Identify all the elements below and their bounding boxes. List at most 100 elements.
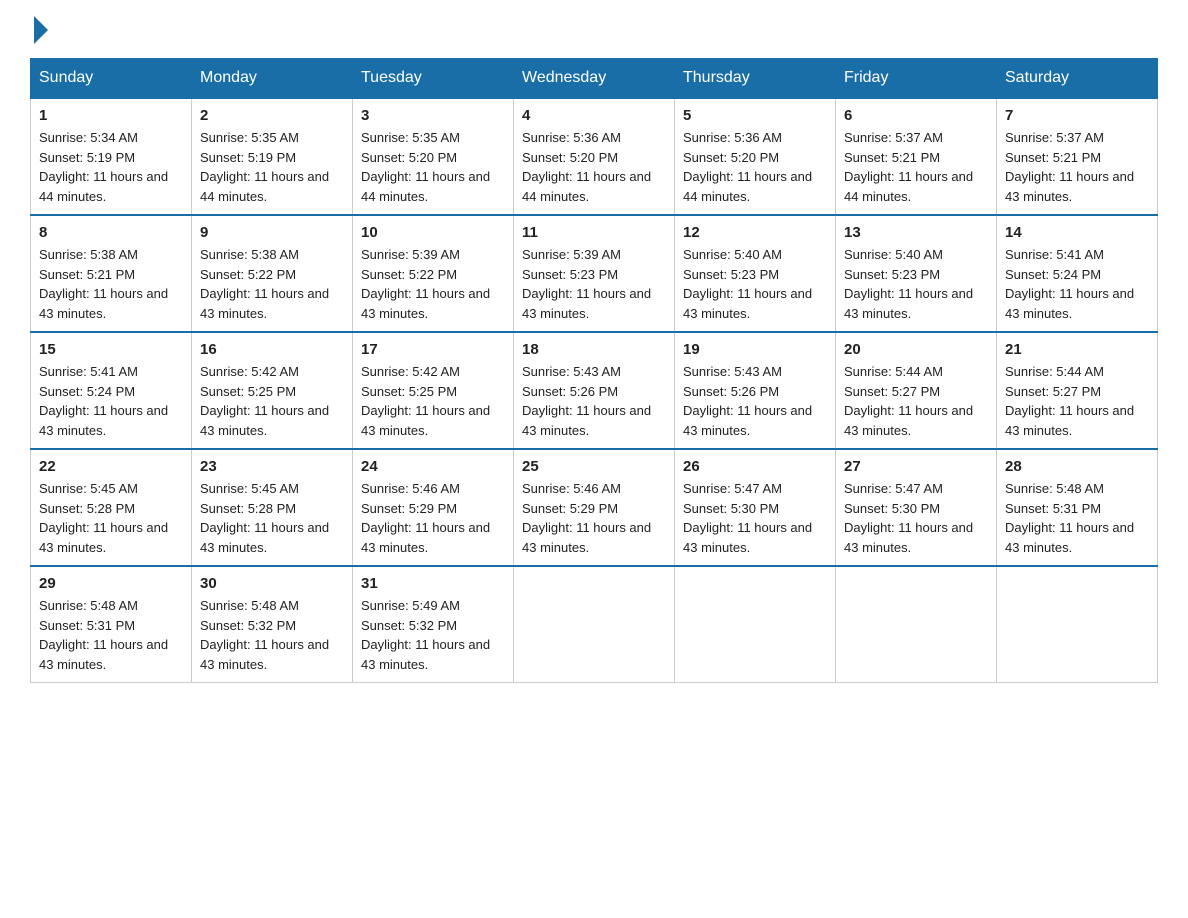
day-info: Sunrise: 5:46 AMSunset: 5:29 PMDaylight:… xyxy=(522,479,666,557)
calendar-cell: 10 Sunrise: 5:39 AMSunset: 5:22 PMDaylig… xyxy=(353,215,514,332)
calendar-cell xyxy=(675,566,836,683)
calendar-day-header: Thursday xyxy=(675,59,836,99)
day-number: 19 xyxy=(683,341,827,358)
day-number: 8 xyxy=(39,224,183,241)
calendar-cell: 13 Sunrise: 5:40 AMSunset: 5:23 PMDaylig… xyxy=(836,215,997,332)
calendar-week-row: 8 Sunrise: 5:38 AMSunset: 5:21 PMDayligh… xyxy=(31,215,1158,332)
day-number: 16 xyxy=(200,341,344,358)
day-number: 6 xyxy=(844,107,988,124)
calendar-day-header: Friday xyxy=(836,59,997,99)
calendar-cell: 21 Sunrise: 5:44 AMSunset: 5:27 PMDaylig… xyxy=(997,332,1158,449)
calendar-cell: 28 Sunrise: 5:48 AMSunset: 5:31 PMDaylig… xyxy=(997,449,1158,566)
day-number: 12 xyxy=(683,224,827,241)
day-number: 26 xyxy=(683,458,827,475)
calendar-day-header: Saturday xyxy=(997,59,1158,99)
calendar-week-row: 22 Sunrise: 5:45 AMSunset: 5:28 PMDaylig… xyxy=(31,449,1158,566)
calendar-cell: 22 Sunrise: 5:45 AMSunset: 5:28 PMDaylig… xyxy=(31,449,192,566)
day-info: Sunrise: 5:40 AMSunset: 5:23 PMDaylight:… xyxy=(844,245,988,323)
day-number: 7 xyxy=(1005,107,1149,124)
calendar-cell: 24 Sunrise: 5:46 AMSunset: 5:29 PMDaylig… xyxy=(353,449,514,566)
day-number: 14 xyxy=(1005,224,1149,241)
day-info: Sunrise: 5:48 AMSunset: 5:31 PMDaylight:… xyxy=(1005,479,1149,557)
day-number: 13 xyxy=(844,224,988,241)
calendar-cell: 23 Sunrise: 5:45 AMSunset: 5:28 PMDaylig… xyxy=(192,449,353,566)
day-info: Sunrise: 5:37 AMSunset: 5:21 PMDaylight:… xyxy=(1005,128,1149,206)
day-info: Sunrise: 5:34 AMSunset: 5:19 PMDaylight:… xyxy=(39,128,183,206)
day-info: Sunrise: 5:35 AMSunset: 5:20 PMDaylight:… xyxy=(361,128,505,206)
day-info: Sunrise: 5:42 AMSunset: 5:25 PMDaylight:… xyxy=(361,362,505,440)
calendar-day-header: Sunday xyxy=(31,59,192,99)
page-header xyxy=(30,20,1158,38)
day-number: 30 xyxy=(200,575,344,592)
calendar-header-row: SundayMondayTuesdayWednesdayThursdayFrid… xyxy=(31,59,1158,99)
calendar-cell: 3 Sunrise: 5:35 AMSunset: 5:20 PMDayligh… xyxy=(353,98,514,215)
calendar-table: SundayMondayTuesdayWednesdayThursdayFrid… xyxy=(30,58,1158,683)
day-info: Sunrise: 5:47 AMSunset: 5:30 PMDaylight:… xyxy=(844,479,988,557)
calendar-cell: 29 Sunrise: 5:48 AMSunset: 5:31 PMDaylig… xyxy=(31,566,192,683)
day-info: Sunrise: 5:35 AMSunset: 5:19 PMDaylight:… xyxy=(200,128,344,206)
calendar-week-row: 15 Sunrise: 5:41 AMSunset: 5:24 PMDaylig… xyxy=(31,332,1158,449)
day-number: 3 xyxy=(361,107,505,124)
calendar-cell xyxy=(514,566,675,683)
day-info: Sunrise: 5:48 AMSunset: 5:32 PMDaylight:… xyxy=(200,596,344,674)
calendar-cell: 12 Sunrise: 5:40 AMSunset: 5:23 PMDaylig… xyxy=(675,215,836,332)
day-info: Sunrise: 5:38 AMSunset: 5:22 PMDaylight:… xyxy=(200,245,344,323)
calendar-cell: 20 Sunrise: 5:44 AMSunset: 5:27 PMDaylig… xyxy=(836,332,997,449)
day-number: 17 xyxy=(361,341,505,358)
calendar-cell: 5 Sunrise: 5:36 AMSunset: 5:20 PMDayligh… xyxy=(675,98,836,215)
day-number: 21 xyxy=(1005,341,1149,358)
day-info: Sunrise: 5:40 AMSunset: 5:23 PMDaylight:… xyxy=(683,245,827,323)
calendar-cell: 30 Sunrise: 5:48 AMSunset: 5:32 PMDaylig… xyxy=(192,566,353,683)
calendar-cell: 25 Sunrise: 5:46 AMSunset: 5:29 PMDaylig… xyxy=(514,449,675,566)
day-info: Sunrise: 5:41 AMSunset: 5:24 PMDaylight:… xyxy=(1005,245,1149,323)
day-number: 24 xyxy=(361,458,505,475)
day-number: 2 xyxy=(200,107,344,124)
day-number: 29 xyxy=(39,575,183,592)
day-number: 23 xyxy=(200,458,344,475)
day-info: Sunrise: 5:37 AMSunset: 5:21 PMDaylight:… xyxy=(844,128,988,206)
calendar-cell: 26 Sunrise: 5:47 AMSunset: 5:30 PMDaylig… xyxy=(675,449,836,566)
day-info: Sunrise: 5:44 AMSunset: 5:27 PMDaylight:… xyxy=(844,362,988,440)
logo-arrow-icon xyxy=(34,16,48,44)
day-info: Sunrise: 5:43 AMSunset: 5:26 PMDaylight:… xyxy=(522,362,666,440)
calendar-day-header: Monday xyxy=(192,59,353,99)
day-number: 10 xyxy=(361,224,505,241)
day-number: 28 xyxy=(1005,458,1149,475)
day-number: 15 xyxy=(39,341,183,358)
calendar-cell: 17 Sunrise: 5:42 AMSunset: 5:25 PMDaylig… xyxy=(353,332,514,449)
day-number: 4 xyxy=(522,107,666,124)
day-info: Sunrise: 5:36 AMSunset: 5:20 PMDaylight:… xyxy=(522,128,666,206)
day-info: Sunrise: 5:46 AMSunset: 5:29 PMDaylight:… xyxy=(361,479,505,557)
day-info: Sunrise: 5:48 AMSunset: 5:31 PMDaylight:… xyxy=(39,596,183,674)
calendar-cell xyxy=(997,566,1158,683)
day-number: 27 xyxy=(844,458,988,475)
day-info: Sunrise: 5:43 AMSunset: 5:26 PMDaylight:… xyxy=(683,362,827,440)
day-info: Sunrise: 5:38 AMSunset: 5:21 PMDaylight:… xyxy=(39,245,183,323)
calendar-cell: 11 Sunrise: 5:39 AMSunset: 5:23 PMDaylig… xyxy=(514,215,675,332)
calendar-cell: 15 Sunrise: 5:41 AMSunset: 5:24 PMDaylig… xyxy=(31,332,192,449)
day-number: 25 xyxy=(522,458,666,475)
day-info: Sunrise: 5:45 AMSunset: 5:28 PMDaylight:… xyxy=(200,479,344,557)
day-info: Sunrise: 5:41 AMSunset: 5:24 PMDaylight:… xyxy=(39,362,183,440)
day-number: 18 xyxy=(522,341,666,358)
calendar-cell xyxy=(836,566,997,683)
day-number: 20 xyxy=(844,341,988,358)
calendar-cell: 1 Sunrise: 5:34 AMSunset: 5:19 PMDayligh… xyxy=(31,98,192,215)
day-info: Sunrise: 5:39 AMSunset: 5:22 PMDaylight:… xyxy=(361,245,505,323)
calendar-day-header: Wednesday xyxy=(514,59,675,99)
day-info: Sunrise: 5:49 AMSunset: 5:32 PMDaylight:… xyxy=(361,596,505,674)
calendar-day-header: Tuesday xyxy=(353,59,514,99)
day-number: 11 xyxy=(522,224,666,241)
day-info: Sunrise: 5:44 AMSunset: 5:27 PMDaylight:… xyxy=(1005,362,1149,440)
day-number: 31 xyxy=(361,575,505,592)
calendar-cell: 9 Sunrise: 5:38 AMSunset: 5:22 PMDayligh… xyxy=(192,215,353,332)
calendar-cell: 31 Sunrise: 5:49 AMSunset: 5:32 PMDaylig… xyxy=(353,566,514,683)
calendar-cell: 14 Sunrise: 5:41 AMSunset: 5:24 PMDaylig… xyxy=(997,215,1158,332)
day-number: 5 xyxy=(683,107,827,124)
calendar-cell: 18 Sunrise: 5:43 AMSunset: 5:26 PMDaylig… xyxy=(514,332,675,449)
day-info: Sunrise: 5:36 AMSunset: 5:20 PMDaylight:… xyxy=(683,128,827,206)
day-info: Sunrise: 5:45 AMSunset: 5:28 PMDaylight:… xyxy=(39,479,183,557)
calendar-cell: 16 Sunrise: 5:42 AMSunset: 5:25 PMDaylig… xyxy=(192,332,353,449)
day-number: 22 xyxy=(39,458,183,475)
calendar-week-row: 29 Sunrise: 5:48 AMSunset: 5:31 PMDaylig… xyxy=(31,566,1158,683)
